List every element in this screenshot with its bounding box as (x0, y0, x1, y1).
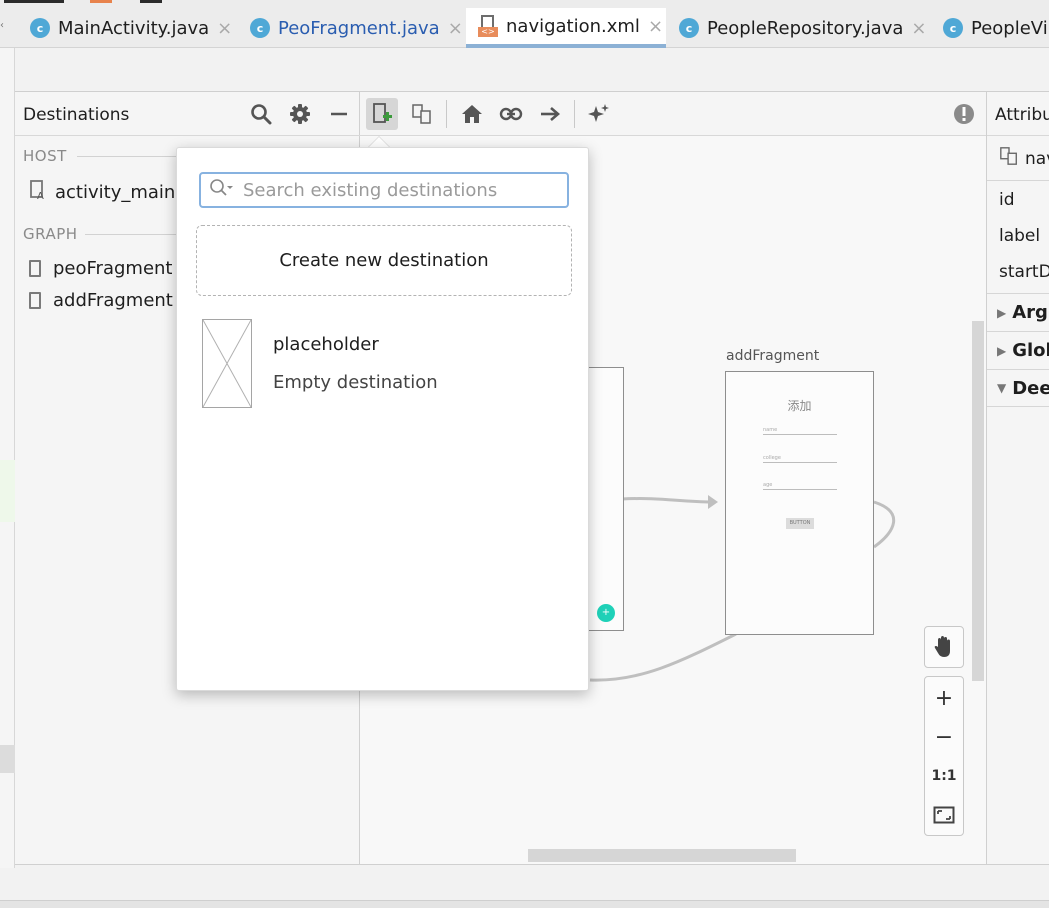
expand-arrow-icon: ▶ (997, 305, 1007, 320)
graph-item-add-fragment[interactable]: addFragment (29, 290, 173, 311)
fit-screen-icon[interactable] (925, 796, 963, 834)
collapse-arrow-icon: ▼ (997, 381, 1007, 395)
top-strip (0, 0, 170, 4)
placeholder-description: Empty destination (273, 372, 438, 393)
section-label: Glob (1012, 340, 1049, 361)
tab-label: PeoFragment.java (278, 17, 440, 39)
class-icon: c (250, 18, 270, 38)
close-icon[interactable]: × (648, 16, 663, 37)
tab-navigation-xml[interactable]: <> navigation.xml × (466, 8, 666, 48)
host-section-label: HOST (23, 147, 67, 165)
tab-main-activity[interactable]: c MainActivity.java × (30, 8, 232, 48)
zoom-out-icon[interactable]: − (925, 718, 963, 756)
attribute-nav-graph: nav (999, 146, 1049, 171)
field-hint: college (763, 455, 781, 461)
tab-people-repository[interactable]: c PeopleRepository.java × (679, 8, 926, 48)
section-label: Argu (1012, 302, 1049, 323)
class-icon: c (30, 18, 50, 38)
close-icon[interactable]: × (911, 18, 926, 39)
xml-file-icon: <> (478, 15, 498, 37)
attribute-divider (987, 180, 1049, 181)
vertical-scrollbar[interactable] (972, 321, 984, 681)
fragment-icon (29, 292, 41, 309)
search-destinations-input[interactable] (243, 179, 563, 201)
attributes-title: Attribu (995, 105, 1049, 125)
gutter-highlight (0, 460, 15, 522)
close-icon[interactable]: × (448, 18, 463, 39)
attribute-label[interactable]: label (999, 226, 1040, 246)
svg-text:A: A (37, 191, 44, 200)
section-label: Dee (1012, 377, 1049, 399)
attribute-nav-label: nav (1025, 148, 1049, 169)
host-item-activity-main[interactable]: A activity_main ( (29, 180, 188, 205)
activity-layout-icon: A (29, 180, 47, 205)
attribute-id[interactable]: id (999, 190, 1015, 210)
arguments-section[interactable]: ▶ Argu (987, 293, 1049, 331)
tab-scroll-left-icon[interactable]: ‹ (0, 20, 8, 36)
placeholder-name[interactable]: placeholder (273, 334, 379, 355)
placeholder-cross-icon (202, 319, 252, 408)
add-fragment-node-label: addFragment (726, 348, 820, 364)
field-underline (763, 489, 837, 490)
deep-links-section[interactable]: ▼ Dee (987, 369, 1049, 407)
search-box[interactable] (199, 172, 569, 208)
status-bar (15, 864, 1049, 900)
fab-plus-icon: + (597, 604, 615, 622)
global-actions-section[interactable]: ▶ Glob (987, 331, 1049, 369)
minimize-icon[interactable] (327, 102, 351, 126)
editor-tab-bar: ‹ c MainActivity.java × c PeoFragment.ja… (0, 0, 1049, 48)
class-icon: c (679, 18, 699, 38)
graph-item-label: peoFragment (53, 258, 173, 279)
pan-tool-group (924, 626, 964, 668)
destinations-header: Destinations (15, 92, 360, 136)
expand-arrow-icon: ▶ (997, 343, 1007, 358)
field-hint: age (763, 482, 773, 488)
tab-label: PeopleRepository.java (707, 17, 904, 39)
tab-label: MainActivity.java (58, 17, 210, 39)
destinations-title: Destinations (23, 105, 130, 125)
tab-peo-fragment[interactable]: c PeoFragment.java × (250, 8, 463, 48)
android-studio-window: ‹ c MainActivity.java × c PeoFragment.ja… (0, 0, 1049, 908)
pan-hand-icon[interactable] (925, 628, 963, 666)
attribute-start-destination[interactable]: startD (999, 262, 1049, 282)
class-icon: c (943, 18, 963, 38)
editor-sub-toolbar (15, 48, 1049, 92)
editor-gutter (0, 48, 15, 868)
gear-icon[interactable] (288, 102, 312, 126)
placeholder-thumbnail[interactable] (202, 319, 252, 408)
fragment-preview-title: 添加 (787, 399, 812, 413)
graph-item-peo-fragment[interactable]: peoFragment (29, 258, 173, 279)
new-destination-popup: Create new destination placeholder Empty… (176, 147, 589, 691)
attributes-panel: Attribu nav id label startD ▶ Argu ▶ Glo… (986, 92, 1049, 864)
field-underline (763, 434, 837, 435)
close-icon[interactable]: × (217, 18, 232, 39)
tab-people-viewmodel[interactable]: c PeopleVi (943, 8, 1048, 48)
tab-label: PeopleVi (971, 17, 1048, 39)
graph-section-label: GRAPH (23, 225, 78, 243)
zoom-controls: + − 1:1 (924, 676, 964, 836)
host-item-label: activity_main ( (55, 182, 189, 203)
field-underline (763, 462, 837, 463)
gutter-marker (0, 745, 15, 773)
graph-item-label: addFragment (53, 290, 173, 311)
tab-label: navigation.xml (506, 15, 640, 37)
fragment-preview-button: BUTTON (786, 518, 814, 529)
bottom-edge (0, 900, 1049, 908)
create-new-destination-label: Create new destination (279, 250, 489, 271)
section-divider (85, 234, 177, 235)
section-divider (77, 156, 177, 157)
actual-size-button[interactable]: 1:1 (925, 757, 963, 795)
search-icon[interactable] (249, 102, 273, 126)
search-dropdown-icon[interactable] (209, 178, 235, 202)
zoom-in-icon[interactable]: + (925, 679, 963, 717)
create-new-destination-button[interactable]: Create new destination (196, 225, 572, 296)
field-hint: name (763, 427, 778, 433)
fragment-icon (29, 260, 41, 277)
add-fragment-node[interactable]: 添加 name college age BUTTON (725, 371, 874, 635)
attributes-header: Attribu (987, 92, 1049, 136)
nested-graph-icon (999, 146, 1019, 171)
horizontal-scrollbar[interactable] (528, 849, 796, 862)
